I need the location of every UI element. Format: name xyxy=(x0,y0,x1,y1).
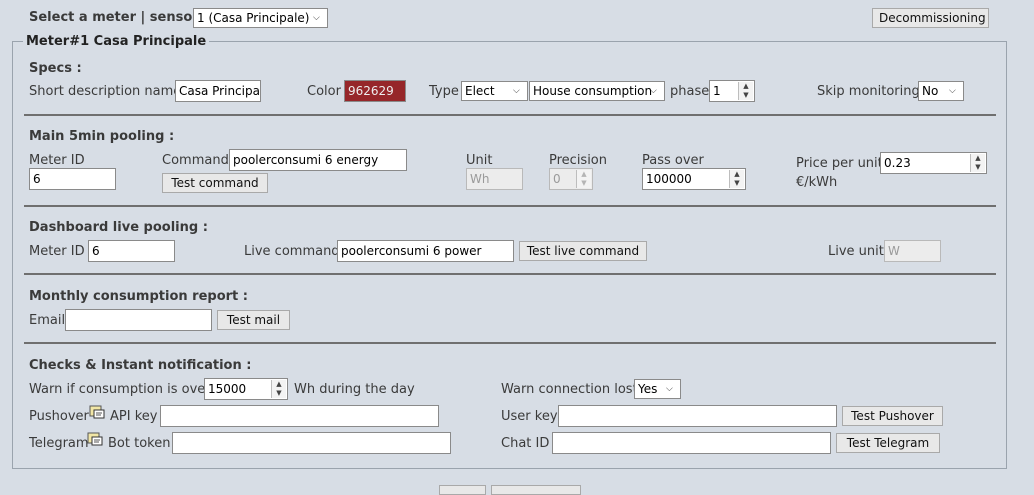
help-popup-icon[interactable] xyxy=(87,432,103,446)
meter-id-input[interactable]: 6 xyxy=(29,168,116,190)
bot-token-input[interactable] xyxy=(172,432,451,454)
meter-select-value: 1 (Casa Principale) xyxy=(197,11,310,25)
subtype-select-value: House consumption xyxy=(533,84,653,98)
spinner-arrows-icon[interactable]: ▲ ▼ xyxy=(729,170,744,188)
warn-connection-select[interactable]: Yes ⌵ xyxy=(634,379,681,399)
subtype-select[interactable]: House consumption ⌵ xyxy=(529,81,665,101)
test-live-command-button[interactable]: Test live command xyxy=(519,241,647,261)
warn-consumption-label: Warn if consumption is over xyxy=(29,382,211,397)
bottom-button-2[interactable] xyxy=(491,485,581,495)
skip-monitoring-select[interactable]: No ⌵ xyxy=(918,81,964,101)
decommissioning-button[interactable]: Decommissioning xyxy=(872,8,989,28)
type-select[interactable]: Elect ⌵ xyxy=(461,81,528,101)
live-meter-id-input[interactable]: 6 xyxy=(88,240,175,262)
spinner-arrows-icon[interactable]: ▲ ▼ xyxy=(970,154,985,172)
meter-id-label: Meter ID xyxy=(29,153,85,168)
divider xyxy=(24,205,996,207)
test-mail-button[interactable]: Test mail xyxy=(217,310,290,330)
bot-token-label: Bot token xyxy=(108,436,171,451)
live-command-input[interactable]: poolerconsumi 6 power xyxy=(337,240,514,262)
unit-label: Unit xyxy=(466,153,493,168)
price-per-unit-label: Price per unit xyxy=(796,156,883,171)
spinner-arrows-icon[interactable]: ▲ ▼ xyxy=(738,82,753,100)
chevron-down-icon: ⌵ xyxy=(666,384,673,394)
chat-id-input[interactable] xyxy=(552,432,831,454)
warn-consumption-input[interactable]: 15000 ▲ ▼ xyxy=(204,378,288,400)
test-telegram-button[interactable]: Test Telegram xyxy=(836,433,940,453)
live-unit-label: Live unit xyxy=(828,244,884,259)
warn-connection-label: Warn connection lost xyxy=(501,382,638,397)
type-label: Type xyxy=(429,84,459,99)
user-key-label: User key xyxy=(501,409,558,424)
chevron-down-icon: ⌵ xyxy=(313,13,320,23)
phase-input[interactable]: 1 ▲ ▼ xyxy=(709,80,755,102)
meter-legend: Meter#1 Casa Principale xyxy=(23,34,210,49)
type-select-value: Elect xyxy=(465,84,495,98)
warn-consumption-suffix: Wh during the day xyxy=(294,382,415,397)
user-key-input[interactable] xyxy=(558,405,837,427)
phase-label: phase xyxy=(670,84,710,99)
live-unit-input[interactable]: W xyxy=(884,240,941,262)
warn-consumption-value: 15000 xyxy=(208,382,247,396)
spinner-arrows-icon[interactable]: ▲ ▼ xyxy=(576,170,591,188)
live-meter-id-label: Meter ID xyxy=(29,244,85,259)
unit-input[interactable]: Wh xyxy=(466,168,523,190)
help-popup-icon[interactable] xyxy=(89,405,105,419)
price-per-unit-input[interactable]: 0.23 ▲ ▼ xyxy=(880,152,987,174)
test-pushover-button[interactable]: Test Pushover xyxy=(842,406,943,426)
divider xyxy=(24,273,996,275)
spinner-arrows-icon[interactable]: ▲ ▼ xyxy=(271,380,286,398)
precision-value: 0 xyxy=(553,172,561,186)
skip-monitoring-label: Skip monitoring xyxy=(817,84,920,99)
command-label: Command xyxy=(162,153,229,168)
chevron-down-icon: ⌵ xyxy=(513,86,520,96)
short-description-label: Short description name xyxy=(29,84,182,99)
phase-value: 1 xyxy=(713,84,721,98)
api-key-input[interactable] xyxy=(160,405,439,427)
telegram-label: Telegram xyxy=(29,436,89,451)
chevron-down-icon: ⌵ xyxy=(650,86,657,96)
color-label: Color xyxy=(307,84,341,99)
monthly-report-heading: Monthly consumption report : xyxy=(29,289,248,304)
main-pooling-heading: Main 5min pooling : xyxy=(29,129,175,144)
email-label: Email xyxy=(29,313,66,328)
skip-monitoring-value: No xyxy=(922,84,939,98)
pushover-label: Pushover xyxy=(29,409,89,424)
price-per-unit-value: 0.23 xyxy=(884,156,911,170)
pass-over-value: 100000 xyxy=(646,172,692,186)
specs-heading: Specs : xyxy=(29,61,82,76)
color-input[interactable]: 962629 xyxy=(344,80,406,102)
api-key-label: API key xyxy=(110,409,158,424)
precision-label: Precision xyxy=(549,153,608,168)
command-input[interactable]: poolerconsumi 6 energy xyxy=(229,149,407,171)
chat-id-label: Chat ID xyxy=(501,436,550,451)
divider xyxy=(24,114,996,116)
checks-heading: Checks & Instant notification : xyxy=(29,358,252,373)
test-command-button[interactable]: Test command xyxy=(162,173,268,193)
precision-input[interactable]: 0 ▲ ▼ xyxy=(549,168,593,190)
live-pooling-heading: Dashboard live pooling : xyxy=(29,220,208,235)
short-description-input[interactable]: Casa Principal xyxy=(175,80,261,102)
pass-over-input[interactable]: 100000 ▲ ▼ xyxy=(642,168,746,190)
live-command-label: Live command xyxy=(244,244,340,259)
price-unit-label: €/kWh xyxy=(796,175,838,190)
pass-over-label: Pass over xyxy=(642,153,704,168)
select-meter-label: Select a meter | sensor : xyxy=(29,10,209,25)
meter-select[interactable]: 1 (Casa Principale) ⌵ xyxy=(193,8,328,28)
divider xyxy=(24,342,996,344)
email-input[interactable] xyxy=(65,309,212,331)
bottom-button-1[interactable] xyxy=(439,485,486,495)
chevron-down-icon: ⌵ xyxy=(949,86,956,96)
warn-connection-value: Yes xyxy=(638,382,658,396)
